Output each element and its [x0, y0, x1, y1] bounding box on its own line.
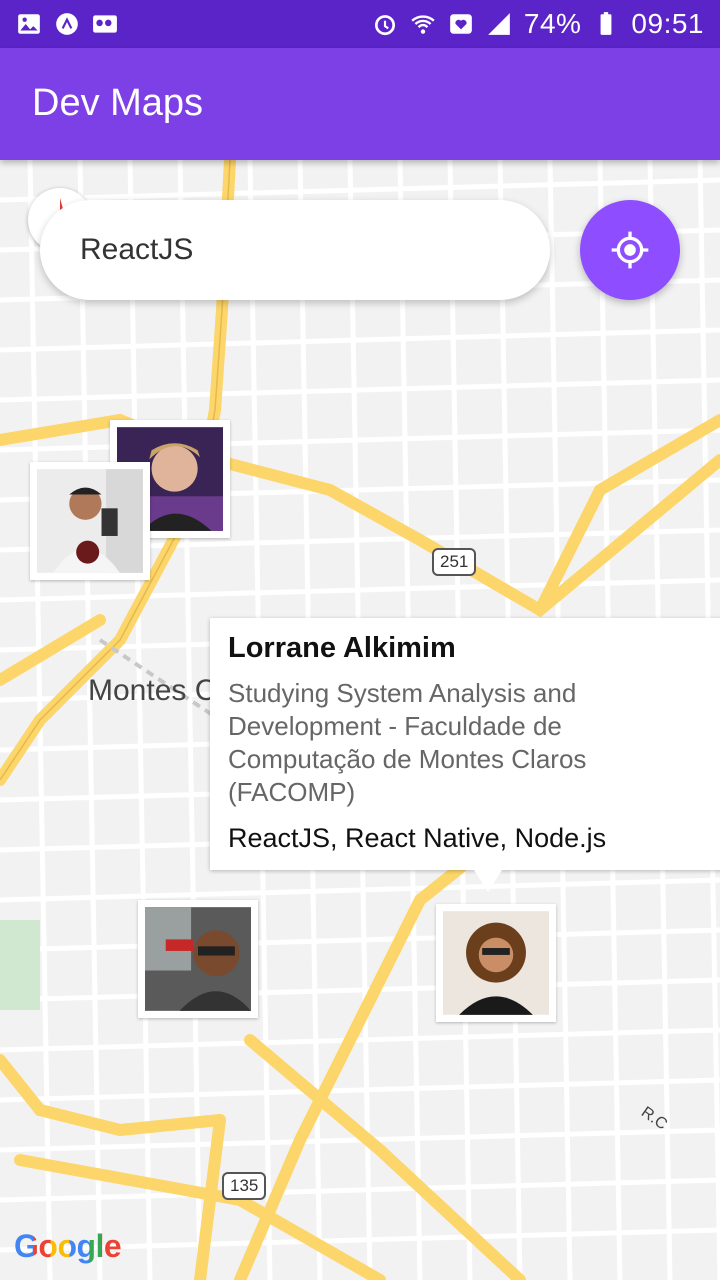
wifi-icon	[411, 15, 435, 34]
dev-marker[interactable]	[436, 904, 556, 1022]
callout-dev-techs: ReactJS, React Native, Node.js	[228, 823, 607, 853]
gallery-icon	[18, 14, 40, 34]
city-label: Montes C	[88, 674, 217, 707]
app-bar: Dev Maps	[0, 48, 720, 160]
search-input[interactable]	[40, 200, 550, 300]
app-icon	[56, 13, 78, 35]
locate-button[interactable]	[580, 200, 680, 300]
dev-marker[interactable]	[138, 900, 258, 1018]
dev-callout[interactable]: Lorrane Alkimim Studying System Analysis…	[210, 618, 720, 892]
status-right: 74% 09:51	[372, 8, 704, 40]
avatar	[145, 907, 251, 1011]
avatar	[37, 469, 143, 573]
dev-marker[interactable]	[30, 462, 150, 580]
route-shield-251: 251	[432, 548, 477, 576]
voicemail-icon	[93, 15, 117, 33]
signal-icon	[488, 13, 510, 35]
callout-dev-bio: Studying System Analysis and Development…	[228, 678, 587, 807]
my-location-icon	[611, 231, 649, 269]
clock: 09:51	[631, 8, 704, 39]
callout-dev-name: Lorrane Alkimim	[228, 632, 456, 664]
app-title: Dev Maps	[32, 82, 204, 124]
google-logo-text: Google	[14, 1228, 122, 1264]
battery-icon	[601, 12, 612, 35]
alarm-icon	[374, 15, 395, 36]
google-logo: Google	[14, 1228, 122, 1265]
heart-icon	[450, 14, 472, 34]
avatar	[443, 911, 549, 1015]
route-shield-135: 135	[222, 1172, 267, 1200]
status-left	[16, 11, 118, 37]
battery-percent: 74%	[523, 8, 582, 39]
status-bar: 74% 09:51	[0, 0, 720, 48]
